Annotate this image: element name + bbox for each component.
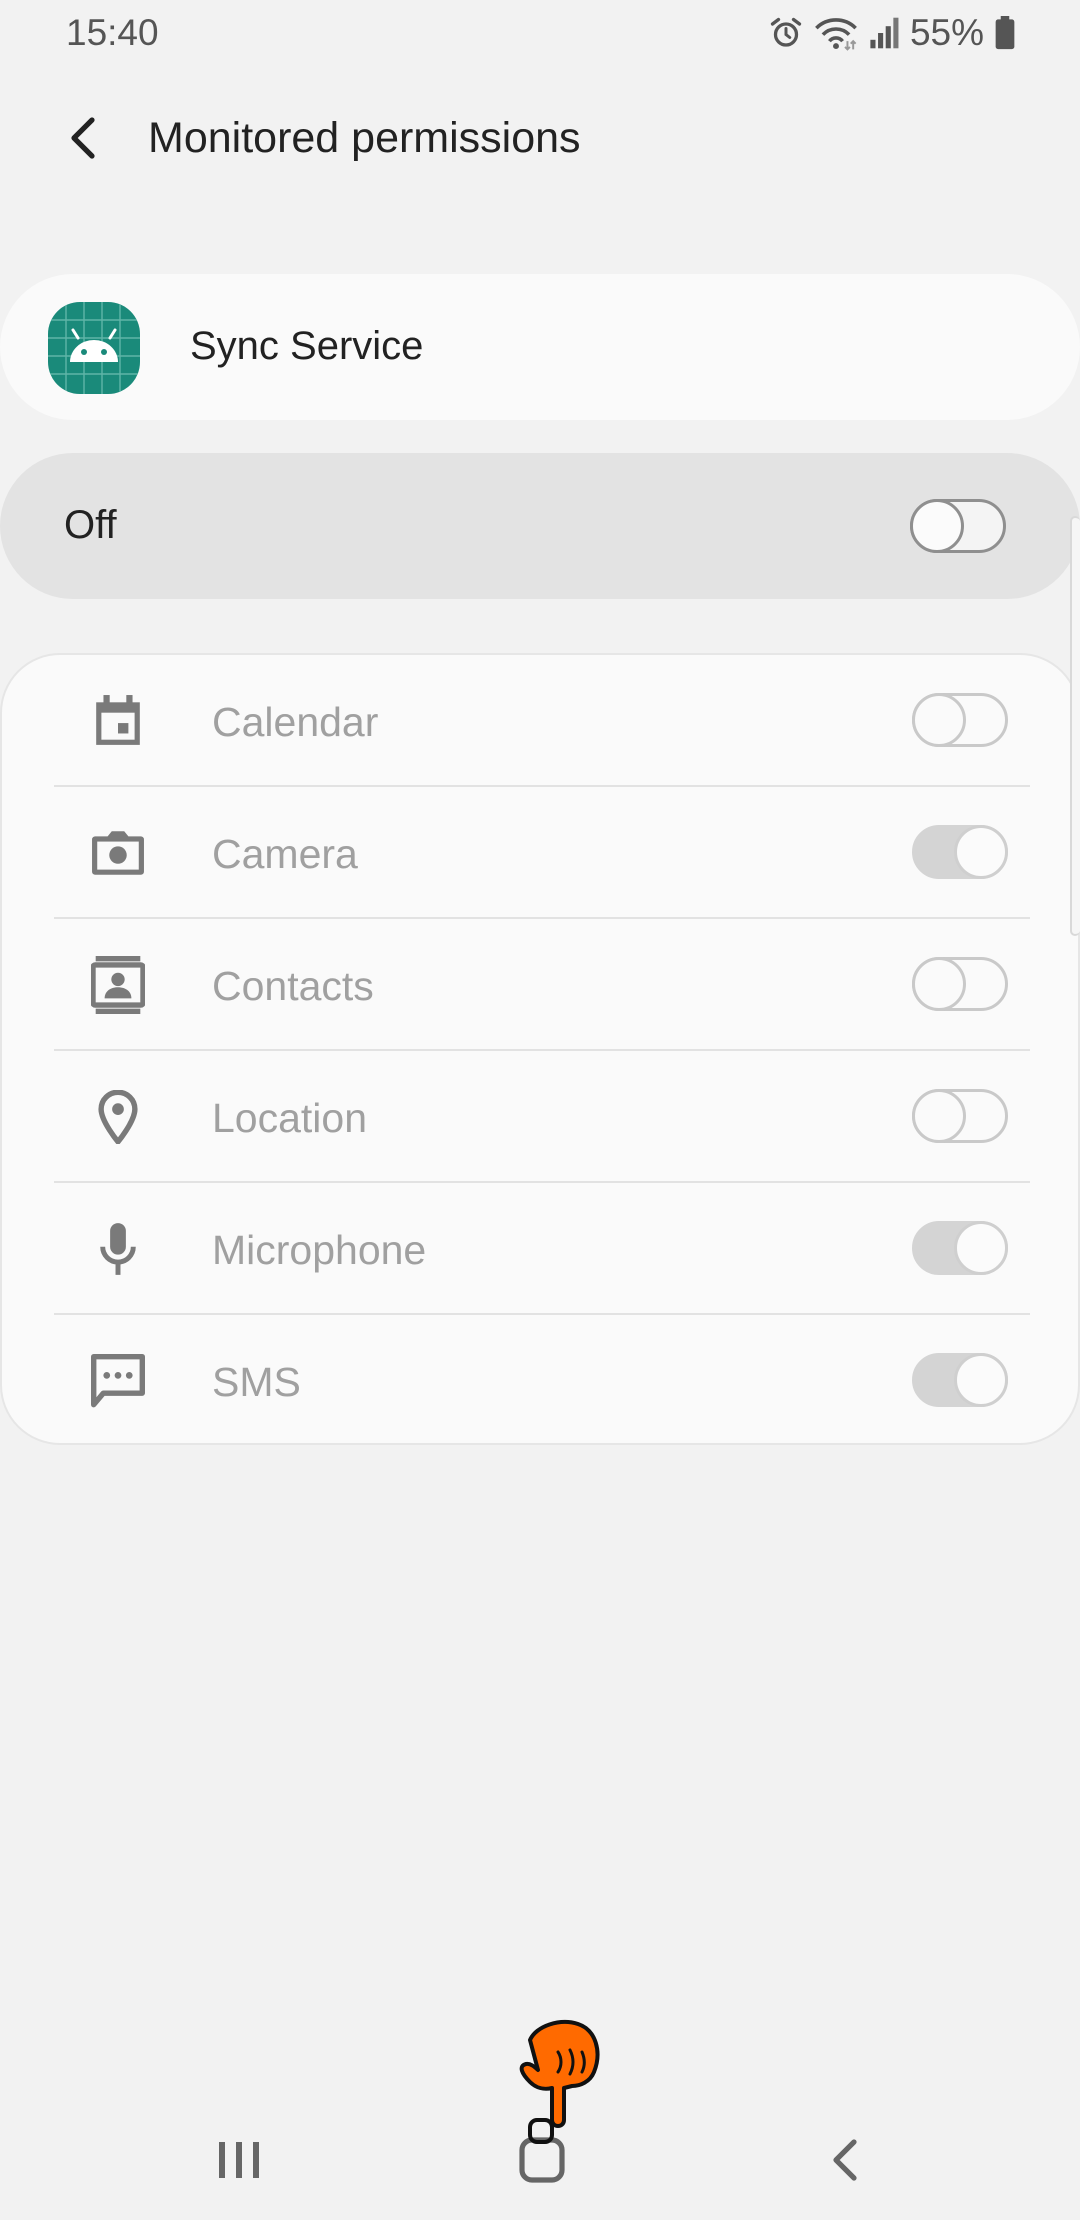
- camera-icon: [88, 823, 148, 883]
- status-icons: 55%: [768, 10, 1016, 56]
- switch-knob: [912, 693, 966, 747]
- permission-row-sms[interactable]: SMS: [2, 1315, 1080, 1447]
- status-time: 15:40: [66, 12, 159, 53]
- switch-knob: [912, 1089, 966, 1143]
- back-icon: [833, 2139, 857, 2181]
- master-switch-label: Off: [64, 503, 117, 547]
- battery-icon: [994, 16, 1016, 50]
- switch-knob: [910, 499, 964, 553]
- permission-row-camera[interactable]: Camera: [2, 787, 1080, 919]
- alarm-icon: [768, 15, 804, 51]
- permission-label: Camera: [212, 831, 358, 877]
- wifi-icon: [814, 15, 858, 51]
- microphone-icon: [88, 1219, 148, 1279]
- permission-row-calendar[interactable]: Calendar: [2, 655, 1080, 787]
- app-bar: Monitored permissions: [0, 100, 1080, 180]
- permission-switch-sms[interactable]: [912, 1353, 1008, 1407]
- status-bar: 15:40 55%: [0, 0, 1080, 66]
- permission-row-microphone[interactable]: Microphone: [2, 1183, 1080, 1315]
- permission-label: Calendar: [212, 699, 379, 745]
- sms-icon: [88, 1351, 148, 1411]
- page-title: Monitored permissions: [148, 114, 581, 162]
- android-app-icon: [48, 302, 140, 394]
- contacts-icon: [88, 955, 148, 1015]
- chevron-left-icon: [71, 117, 95, 159]
- battery-percentage: 55%: [909, 12, 984, 53]
- master-switch-row[interactable]: Off: [0, 453, 1080, 599]
- permission-row-location[interactable]: Location: [2, 1051, 1080, 1183]
- location-icon: [88, 1087, 148, 1147]
- switch-knob: [954, 1221, 1008, 1275]
- permission-label: SMS: [212, 1359, 301, 1405]
- recents-button[interactable]: [199, 2128, 279, 2192]
- permission-label: Microphone: [212, 1227, 427, 1273]
- app-info-card: Sync Service: [0, 274, 1080, 420]
- permission-label: Contacts: [212, 963, 374, 1009]
- recents-icon: [219, 2142, 259, 2178]
- switch-knob: [954, 1353, 1008, 1407]
- permission-switch-calendar[interactable]: [912, 693, 1008, 747]
- permission-row-contacts[interactable]: Contacts: [2, 919, 1080, 1051]
- master-switch[interactable]: [910, 499, 1006, 553]
- permission-switch-camera[interactable]: [912, 825, 1008, 879]
- permission-switch-contacts[interactable]: [912, 957, 1008, 1011]
- permission-switch-microphone[interactable]: [912, 1221, 1008, 1275]
- scroll-indicator[interactable]: [1070, 516, 1080, 936]
- signal-icon: [868, 16, 900, 50]
- permissions-list: Calendar Camera Contacts Location Microp…: [0, 653, 1080, 1445]
- back-button[interactable]: [52, 106, 116, 170]
- switch-knob: [912, 957, 966, 1011]
- nav-back-button[interactable]: [806, 2128, 886, 2192]
- permission-switch-location[interactable]: [912, 1089, 1008, 1143]
- touch-pointer-icon: [500, 2016, 610, 2146]
- switch-knob: [954, 825, 1008, 879]
- calendar-icon: [88, 691, 148, 751]
- app-name: Sync Service: [190, 324, 424, 368]
- permission-label: Location: [212, 1095, 368, 1141]
